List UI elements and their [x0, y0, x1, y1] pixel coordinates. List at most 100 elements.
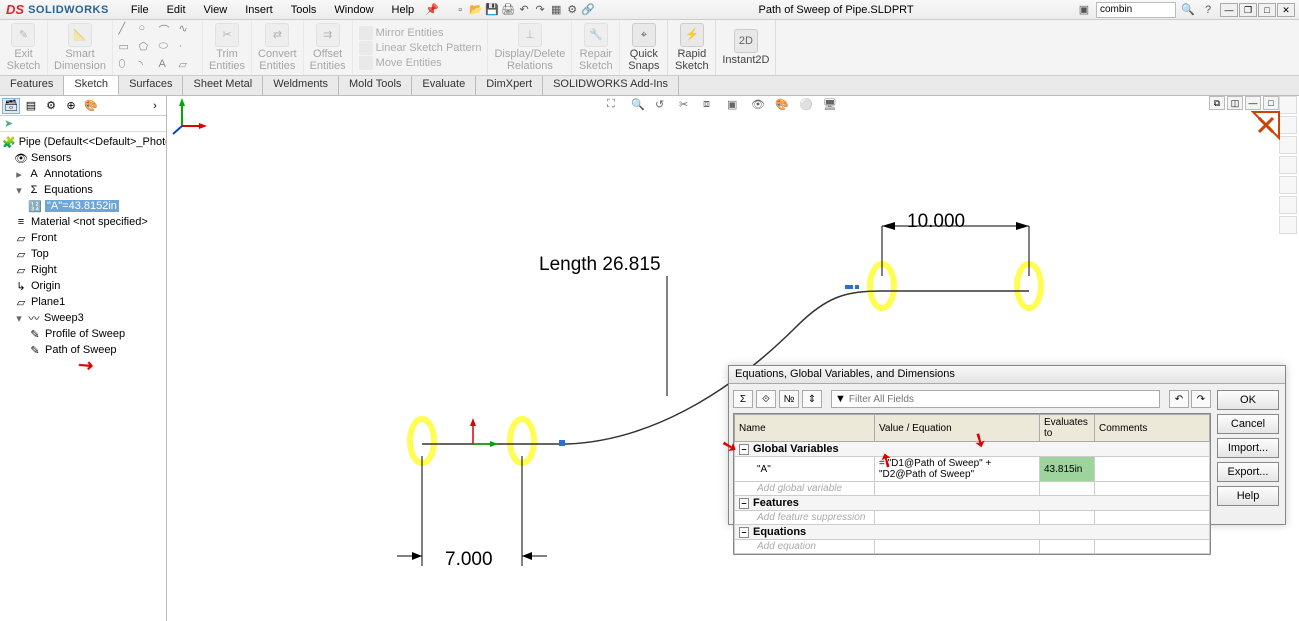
- offset-button[interactable]: ⇉Offset Entities: [310, 23, 346, 72]
- repair-sketch-button[interactable]: 🔧Repair Sketch: [579, 23, 613, 72]
- dimension-10[interactable]: 10.000: [907, 211, 965, 233]
- tree-sweep3[interactable]: ▾〰Sweep3: [0, 310, 166, 326]
- point-icon[interactable]: ·: [178, 40, 194, 56]
- help-icon[interactable]: ?: [1200, 2, 1216, 18]
- dimension-7[interactable]: 7.000: [445, 549, 493, 571]
- eq-view-sigma-icon[interactable]: Σ: [733, 390, 753, 408]
- display-manager-tab-icon[interactable]: 🎨: [82, 98, 100, 114]
- dimension-length[interactable]: Length 26.815: [539, 254, 661, 276]
- equations-grid[interactable]: Name Value / Equation Evaluates to Comme…: [733, 413, 1211, 555]
- tree-right-plane[interactable]: ▱Right: [0, 262, 166, 278]
- tree-annotations[interactable]: ▸AAnnotations: [0, 166, 166, 182]
- save-icon[interactable]: 💾: [484, 2, 500, 18]
- arc-icon[interactable]: ⌒: [158, 22, 174, 38]
- tree-sensors[interactable]: 👁Sensors: [0, 150, 166, 166]
- tab-features[interactable]: Features: [0, 76, 64, 95]
- eq-redo-icon[interactable]: ↷: [1191, 390, 1211, 408]
- col-name[interactable]: Name: [735, 415, 875, 442]
- convert-button[interactable]: ⇄Convert Entities: [258, 23, 297, 72]
- eq-view-dim-icon[interactable]: ⟐: [756, 390, 776, 408]
- eq-view-ordered-icon[interactable]: №: [779, 390, 799, 408]
- eq-view-collapse-icon[interactable]: ⇕: [802, 390, 822, 408]
- move-entities-button[interactable]: Move Entities: [359, 56, 482, 70]
- search-input[interactable]: [1096, 2, 1176, 18]
- tab-evaluate[interactable]: Evaluate: [412, 76, 476, 95]
- tree-front-plane[interactable]: ▱Front: [0, 230, 166, 246]
- menu-insert[interactable]: Insert: [237, 2, 281, 18]
- tab-mold-tools[interactable]: Mold Tools: [339, 76, 412, 95]
- minimize-button[interactable]: —: [1220, 3, 1238, 17]
- circle-icon[interactable]: ○: [138, 22, 154, 38]
- fillet-icon[interactable]: ◝: [138, 58, 154, 74]
- ellipse-icon[interactable]: ⬯: [118, 58, 134, 74]
- menu-edit[interactable]: Edit: [159, 2, 194, 18]
- export-button[interactable]: Export...: [1217, 462, 1279, 482]
- add-feature-placeholder[interactable]: Add feature suppression: [735, 511, 875, 525]
- options-icon[interactable]: ⚙: [564, 2, 580, 18]
- redo-icon[interactable]: ↷: [532, 2, 548, 18]
- col-evaluates[interactable]: Evaluates to: [1040, 415, 1095, 442]
- section-equations[interactable]: –Equations: [735, 525, 1210, 540]
- taskpane-resources-icon[interactable]: [1279, 116, 1297, 134]
- panel-expand-icon[interactable]: ›: [146, 98, 164, 114]
- instant2d-button[interactable]: 2DInstant2D: [722, 29, 769, 66]
- equation-row-a[interactable]: "A" = "D1@Path of Sweep" + "D2@Path of S…: [735, 457, 1210, 482]
- add-global-placeholder[interactable]: Add global variable: [735, 482, 875, 496]
- display-relations-button[interactable]: ⊥Display/Delete Relations: [494, 23, 565, 72]
- tab-sketch[interactable]: Sketch: [64, 76, 119, 95]
- section-global-variables[interactable]: –Global Variables: [735, 442, 1210, 457]
- menu-help[interactable]: Help: [384, 2, 423, 18]
- taskpane-properties-icon[interactable]: [1279, 216, 1297, 234]
- tab-sheet-metal[interactable]: Sheet Metal: [183, 76, 263, 95]
- search-scope-icon[interactable]: ▣: [1076, 2, 1092, 18]
- tree-material[interactable]: ≡Material <not specified>: [0, 214, 166, 230]
- taskpane-library-icon[interactable]: [1279, 136, 1297, 154]
- text-icon[interactable]: A: [158, 58, 174, 74]
- slot-icon[interactable]: ⬭: [158, 40, 174, 56]
- menu-file[interactable]: File: [123, 2, 157, 18]
- feature-tree-tab-icon[interactable]: 🗃: [2, 98, 20, 114]
- eq-undo-icon[interactable]: ↶: [1169, 390, 1189, 408]
- quick-snaps-button[interactable]: ⌖Quick Snaps: [628, 23, 659, 72]
- col-comments[interactable]: Comments: [1095, 415, 1210, 442]
- mirror-entities-button[interactable]: Mirror Entities: [359, 26, 482, 40]
- link-icon[interactable]: 🔗: [580, 2, 596, 18]
- dimxpert-manager-tab-icon[interactable]: ⊕: [62, 98, 80, 114]
- exit-sketch-button[interactable]: ✎Exit Sketch: [7, 23, 41, 72]
- rapid-sketch-button[interactable]: ⚡Rapid Sketch: [675, 23, 709, 72]
- tree-origin[interactable]: ↳Origin: [0, 278, 166, 294]
- undo-icon[interactable]: ↶: [516, 2, 532, 18]
- menu-tools[interactable]: Tools: [283, 2, 325, 18]
- taskpane-view-icon[interactable]: [1279, 176, 1297, 194]
- search-icon[interactable]: 🔍: [1180, 2, 1196, 18]
- section-features[interactable]: –Features: [735, 496, 1210, 511]
- tree-plane1[interactable]: ▱Plane1: [0, 294, 166, 310]
- poly-icon[interactable]: ⬠: [138, 40, 154, 56]
- help-button[interactable]: Help: [1217, 486, 1279, 506]
- cancel-button[interactable]: Cancel: [1217, 414, 1279, 434]
- rect-icon[interactable]: ▭: [118, 40, 134, 56]
- tree-path-of-sweep[interactable]: ✎Path of Sweep: [0, 342, 166, 358]
- rebuild-icon[interactable]: ▦: [548, 2, 564, 18]
- new-icon[interactable]: ▫: [452, 2, 468, 18]
- restore-button[interactable]: ❐: [1239, 3, 1257, 17]
- tree-equation-a[interactable]: 🔢"A"=43.8152in: [0, 198, 166, 214]
- close-button[interactable]: ✕: [1277, 3, 1295, 17]
- open-icon[interactable]: 📂: [468, 2, 484, 18]
- filter-input[interactable]: [849, 394, 1156, 405]
- spline-icon[interactable]: ∿: [178, 22, 194, 38]
- trim-button[interactable]: ✂Trim Entities: [209, 23, 245, 72]
- tree-profile-of-sweep[interactable]: ✎Profile of Sweep: [0, 326, 166, 342]
- tab-weldments[interactable]: Weldments: [263, 76, 339, 95]
- line-icon[interactable]: ╱: [118, 22, 134, 38]
- maximize-button[interactable]: □: [1258, 3, 1276, 17]
- tab-surfaces[interactable]: Surfaces: [119, 76, 183, 95]
- menu-window[interactable]: Window: [326, 2, 381, 18]
- print-icon[interactable]: 🖨: [500, 2, 516, 18]
- tab-dimxpert[interactable]: DimXpert: [476, 76, 543, 95]
- smart-dimension-button[interactable]: 📐Smart Dimension: [54, 23, 106, 72]
- tree-top-plane[interactable]: ▱Top: [0, 246, 166, 262]
- add-equation-placeholder[interactable]: Add equation: [735, 540, 875, 554]
- pin-icon[interactable]: 📌: [424, 2, 440, 18]
- ok-button[interactable]: OK: [1217, 390, 1279, 410]
